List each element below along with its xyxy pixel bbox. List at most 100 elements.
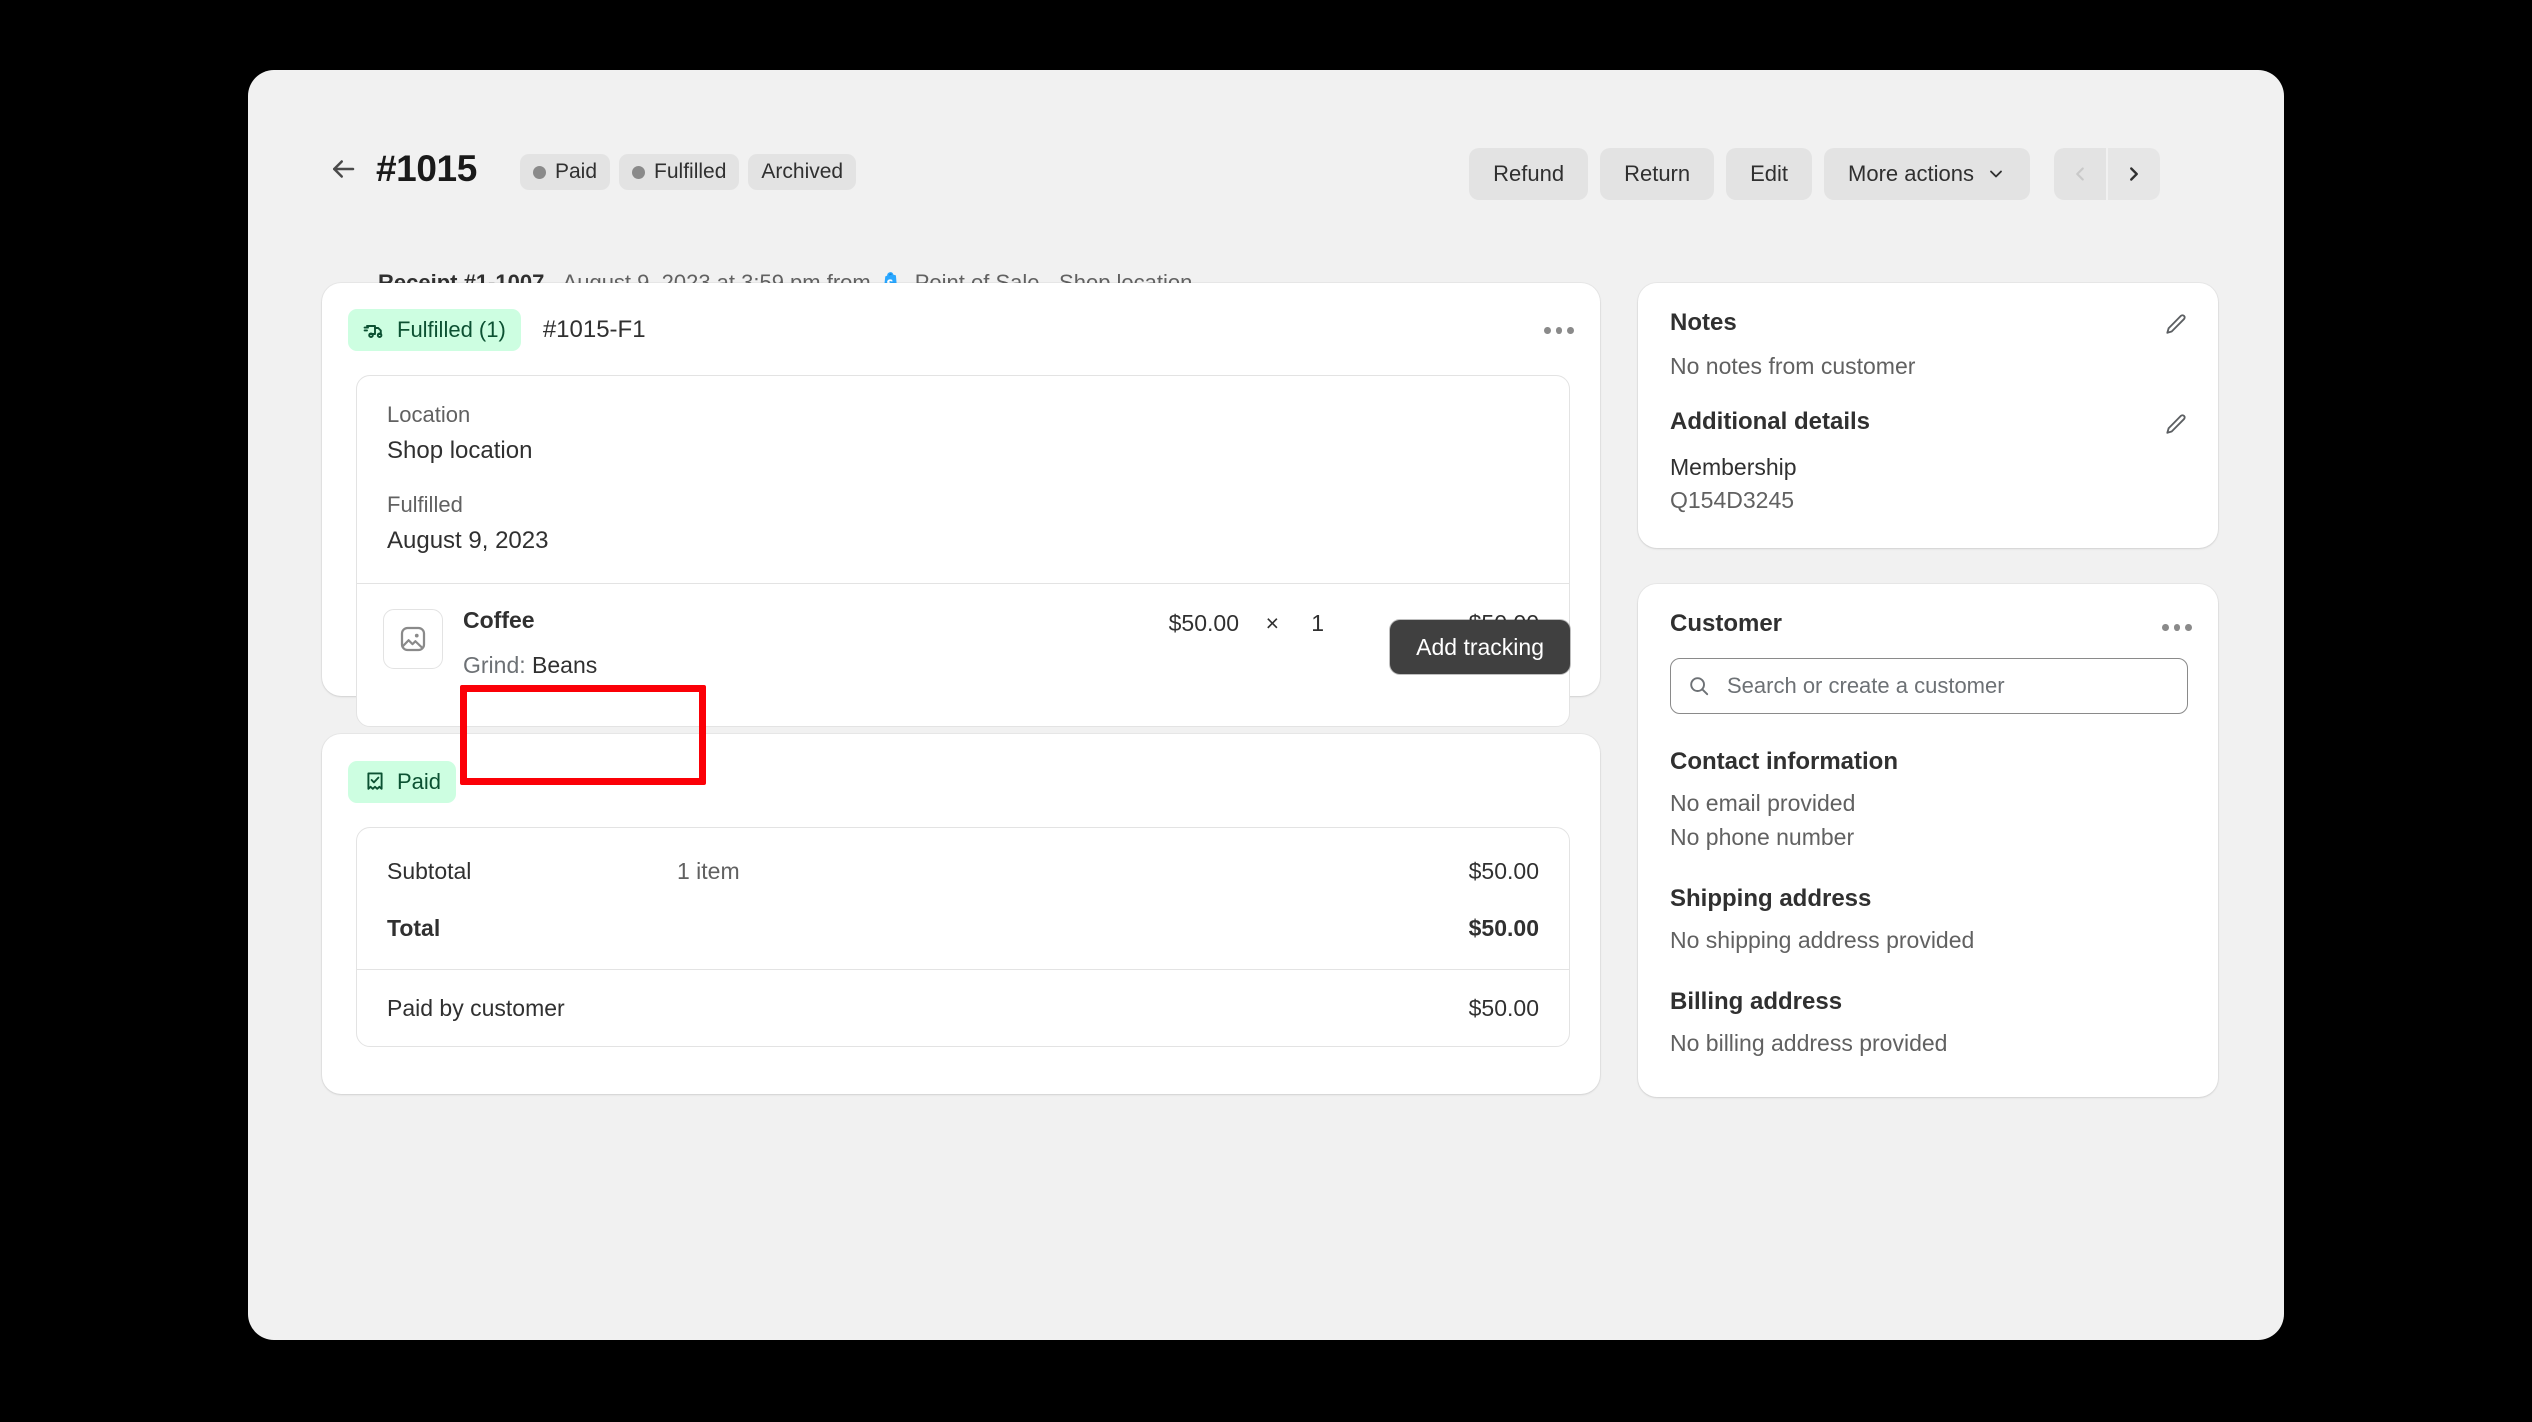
payment-header: Paid	[322, 734, 1600, 803]
refund-button[interactable]: Refund	[1469, 148, 1589, 200]
status-badge-fulfilled-label: Fulfilled	[654, 160, 727, 183]
fulfillment-menu-button[interactable]	[1538, 309, 1580, 351]
table-row-paid-by-customer: Paid by customer $50.00	[357, 970, 1569, 1046]
variant-value: Beans	[532, 652, 598, 678]
add-tracking-button[interactable]: Add tracking	[1390, 620, 1570, 674]
line-item-texts: Coffee Grind: Beans	[463, 607, 1539, 679]
ellipsis-icon	[1544, 326, 1551, 334]
next-order-button[interactable]	[2108, 148, 2160, 200]
image-placeholder-icon	[400, 626, 426, 652]
fulfilled-date-field: Fulfilled August 9, 2023	[357, 465, 1569, 583]
pagination-controls	[2054, 148, 2160, 200]
chevron-down-icon	[1990, 170, 2002, 178]
customer-email: No email provided	[1670, 790, 1856, 816]
ellipsis-icon	[2162, 623, 2169, 631]
status-badge-paid: Paid	[520, 154, 611, 190]
customer-card: Customer Contact information No email pr…	[1638, 584, 2218, 1097]
search-icon	[1690, 677, 1709, 696]
edit-notes-button[interactable]	[2156, 305, 2196, 345]
status-badge-archived-label: Archived	[761, 160, 844, 183]
fulfillment-header: Fulfilled (1) #1015-F1	[322, 283, 1600, 351]
ellipsis-icon	[1567, 326, 1575, 334]
line-item-unit-price: $50.00	[1168, 610, 1239, 636]
receipt-check-icon	[367, 772, 383, 790]
fulfillment-status-badge: Fulfilled (1)	[348, 309, 521, 351]
subtotal-amount: $50.00	[1468, 857, 1539, 884]
fulfillment-status-label: Fulfilled (1)	[397, 317, 506, 342]
status-pill-group: Paid Fulfilled Archived	[520, 154, 857, 190]
customer-phone: No phone number	[1670, 824, 1855, 850]
customer-search-box[interactable]	[1670, 658, 2188, 714]
paid-by-customer-label: Paid by customer	[387, 994, 565, 1021]
subtotal-item-count: 1 item	[677, 857, 740, 884]
return-button[interactable]: Return	[1600, 148, 1715, 200]
search-input[interactable]	[1725, 672, 2171, 700]
line-item-quantity: 1	[1311, 610, 1324, 636]
shipping-address-title: Shipping address	[1670, 885, 1872, 912]
pencil-icon	[2166, 314, 2186, 334]
billing-address-title: Billing address	[1670, 988, 1843, 1015]
main-column: Fulfilled (1) #1015-F1 Location Shop loc…	[322, 283, 1600, 1094]
ellipsis-icon	[2173, 623, 2181, 631]
chevron-right-icon	[2130, 167, 2138, 181]
notes-body: No notes from customer	[1670, 353, 1916, 379]
product-thumbnail	[383, 609, 443, 669]
total-amount: $50.00	[1468, 915, 1539, 941]
status-dot-icon	[533, 165, 546, 179]
table-row-total: Total $50.00	[357, 900, 1569, 957]
header-actions: Refund Return Edit More actions	[1469, 148, 2160, 200]
arrow-left-icon	[333, 160, 355, 178]
previous-order-button[interactable]	[2054, 148, 2106, 200]
customer-menu-button[interactable]	[2156, 606, 2198, 648]
order-details-panel: #1015 Paid Fulfilled Archived Receipt #1…	[248, 70, 2284, 1340]
location-label: Location	[387, 402, 471, 427]
membership-value: Q154D3245	[1670, 487, 1795, 513]
delivery-truck-icon	[363, 325, 383, 338]
add-tracking-wrapper: Add tracking	[1390, 620, 1570, 674]
variant-label: Grind:	[463, 652, 526, 678]
membership-label: Membership	[1670, 454, 1797, 480]
status-dot-icon	[632, 165, 646, 179]
location-field: Location Shop location	[357, 376, 1569, 465]
edit-additional-details-button[interactable]	[2156, 405, 2196, 445]
fulfillment-details-box: Location Shop location Fulfilled August …	[356, 375, 1570, 727]
payment-card: Paid Subtotal 1 item $50.00 Total $50.00…	[322, 734, 1600, 1094]
status-badge-archived: Archived	[748, 154, 857, 190]
fulfilled-value: August 9, 2023	[387, 527, 549, 554]
paid-by-customer-amount: $50.00	[1468, 994, 1539, 1021]
line-item-row: Coffee Grind: Beans $50.00 × 1 $50.00	[357, 583, 1569, 726]
pencil-icon	[2166, 414, 2186, 434]
contact-information-title: Contact information	[1670, 748, 1898, 775]
customer-title: Customer	[1670, 610, 1783, 637]
notes-title: Notes	[1670, 309, 1737, 336]
ellipsis-icon	[2185, 623, 2193, 631]
shipping-address-value: No shipping address provided	[1670, 927, 1975, 953]
location-value: Shop location	[387, 437, 533, 464]
multiply-symbol: ×	[1265, 610, 1279, 636]
status-badge-fulfilled: Fulfilled	[619, 154, 740, 190]
payment-status-label: Paid	[397, 769, 442, 794]
fulfillment-card: Fulfilled (1) #1015-F1 Location Shop loc…	[322, 283, 1600, 727]
table-row-subtotal: Subtotal 1 item $50.00	[357, 828, 1569, 900]
product-title[interactable]: Coffee	[463, 607, 1539, 634]
product-variant: Grind: Beans	[463, 652, 1539, 679]
page-header: #1015 Paid Fulfilled Archived Receipt #1…	[248, 70, 2284, 295]
notes-card: Notes No notes from customer Additional …	[1638, 283, 2218, 548]
total-label: Total	[387, 915, 441, 941]
side-column: Notes No notes from customer Additional …	[1638, 283, 2218, 1097]
subtotal-label: Subtotal	[387, 857, 472, 884]
more-actions-label: More actions	[1848, 161, 1974, 186]
status-badge-paid-label: Paid	[555, 160, 598, 183]
more-actions-button[interactable]: More actions	[1824, 148, 2030, 200]
ellipsis-icon	[1555, 326, 1563, 334]
fulfillment-id: #1015-F1	[542, 316, 646, 343]
fulfilled-label: Fulfilled	[387, 492, 463, 517]
page-title: #1015	[376, 148, 477, 189]
chevron-left-icon	[2076, 167, 2084, 181]
back-button[interactable]	[326, 152, 360, 186]
payment-status-badge: Paid	[348, 761, 457, 803]
payment-summary-table: Subtotal 1 item $50.00 Total $50.00 Paid…	[356, 827, 1570, 1047]
edit-button[interactable]: Edit	[1726, 148, 1813, 200]
additional-details-title: Additional details	[1670, 408, 1871, 435]
billing-address-value: No billing address provided	[1670, 1030, 1948, 1056]
